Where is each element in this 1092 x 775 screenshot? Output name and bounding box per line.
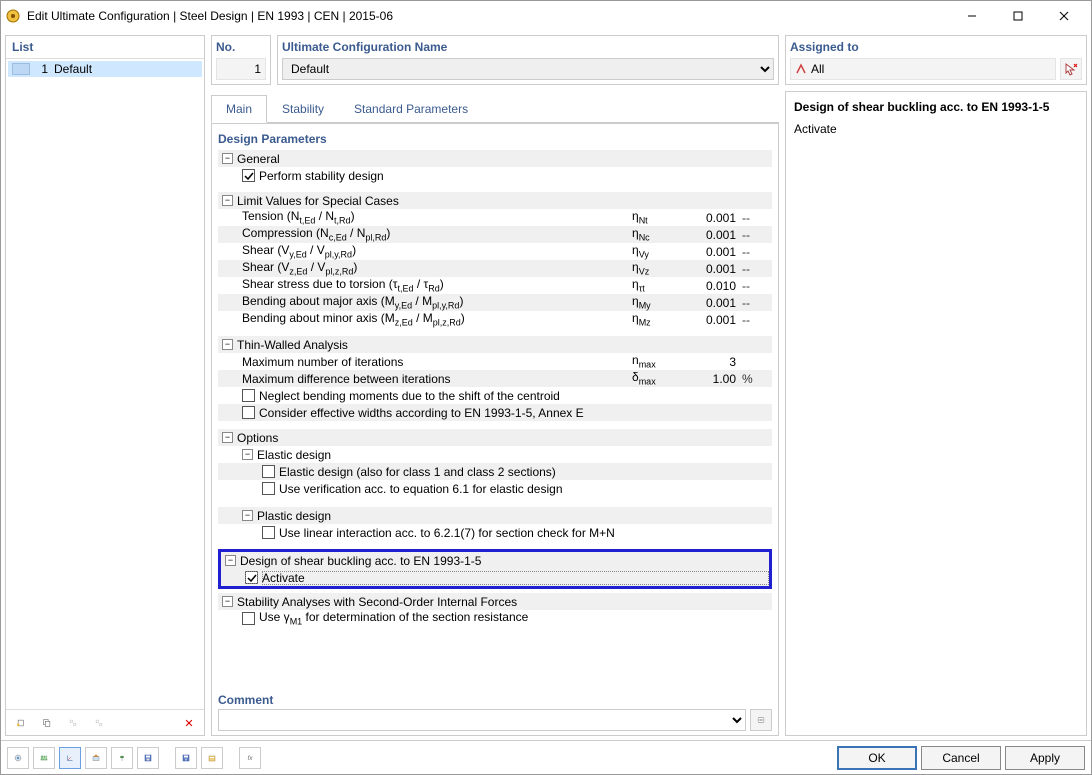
toolbar-save-button[interactable] — [137, 747, 159, 769]
list-item[interactable]: 1 Default — [8, 61, 202, 77]
option-effective-widths[interactable]: Consider effective widths according to E… — [218, 404, 772, 421]
option-plastic-linear[interactable]: Use linear interaction acc. to 6.2.1(7) … — [218, 524, 772, 541]
checkbox-unchecked-icon[interactable] — [262, 482, 275, 495]
checkbox-unchecked-icon[interactable] — [242, 612, 255, 625]
param-tension[interactable]: Tension (Nt,Ed / Nt,Rd) ηNt 0.001 -- — [218, 209, 772, 226]
checkbox-unchecked-icon[interactable] — [262, 465, 275, 478]
info-title: Design of shear buckling acc. to EN 1993… — [794, 100, 1078, 114]
param-max-difference[interactable]: Maximum difference between iterations δm… — [218, 370, 772, 387]
checkbox-unchecked-icon[interactable] — [242, 406, 255, 419]
checkbox-checked-icon[interactable] — [242, 169, 255, 182]
collapse-icon[interactable]: − — [222, 153, 233, 164]
collapse-icon[interactable]: − — [222, 432, 233, 443]
group-options[interactable]: − Options — [218, 429, 772, 446]
comment-pick-button[interactable] — [750, 709, 772, 731]
option-activate-shear-buckling[interactable]: Activate — [221, 569, 769, 586]
collapse-icon[interactable]: − — [225, 555, 236, 566]
comment-header: Comment — [218, 691, 772, 709]
option-perform-stability[interactable]: Perform stability design — [218, 167, 772, 184]
param-shear-vz[interactable]: Shear (Vz,Ed / Vpl,z,Rd) ηVz 0.001 -- — [218, 260, 772, 277]
tab-stability[interactable]: Stability — [267, 95, 339, 122]
list-header: List — [6, 36, 204, 58]
collapse-icon[interactable]: − — [242, 510, 253, 521]
name-header: Ultimate Configuration Name — [282, 40, 774, 54]
collapse-icon[interactable]: − — [242, 449, 253, 460]
param-max-iterations[interactable]: Maximum number of iterations nmax 3 — [218, 353, 772, 370]
assigned-header: Assigned to — [790, 40, 1082, 54]
toolbar-function-button[interactable]: fx — [239, 747, 261, 769]
toolbar-load-button[interactable] — [175, 747, 197, 769]
option-elastic-all-classes[interactable]: Elastic design (also for class 1 and cla… — [218, 463, 772, 480]
group-limit-values[interactable]: − Limit Values for Special Cases — [218, 192, 772, 209]
assigned-pick-button[interactable] — [1060, 58, 1082, 80]
param-bending-mz[interactable]: Bending about minor axis (Mz,Ed / Mpl,z,… — [218, 311, 772, 328]
svg-text:fx: fx — [248, 756, 254, 762]
group-elastic-design[interactable]: − Elastic design — [218, 446, 772, 463]
minimize-button[interactable] — [949, 2, 995, 30]
app-icon — [5, 8, 21, 24]
toolbar-decimals-button[interactable]: 0.00 — [33, 747, 55, 769]
close-button[interactable] — [1041, 2, 1087, 30]
collapse-icon[interactable]: − — [222, 339, 233, 350]
param-torsion[interactable]: Shear stress due to torsion (τt,Ed / τRd… — [218, 277, 772, 294]
toolbar-units-button[interactable] — [7, 747, 29, 769]
checkbox-unchecked-icon[interactable] — [262, 526, 275, 539]
svg-text:0.00: 0.00 — [40, 755, 48, 761]
assigned-icon — [795, 63, 807, 75]
option-gamma-m1[interactable]: Use γM1 for determination of the section… — [218, 610, 772, 627]
option-elastic-eq61[interactable]: Use verification acc. to equation 6.1 fo… — [218, 480, 772, 497]
maximize-button[interactable] — [995, 2, 1041, 30]
copy-button[interactable] — [36, 712, 58, 734]
new-button[interactable] — [10, 712, 32, 734]
highlighted-group: − Design of shear buckling acc. to EN 19… — [218, 549, 772, 589]
assigned-input[interactable]: All — [790, 58, 1056, 80]
window-title: Edit Ultimate Configuration | Steel Desi… — [27, 9, 949, 23]
toolbar-axes-button[interactable] — [59, 747, 81, 769]
toolbar-default-button[interactable] — [201, 747, 223, 769]
name-select[interactable]: Default — [282, 58, 774, 80]
checkbox-checked-icon[interactable] — [245, 571, 258, 584]
info-body: Activate — [794, 122, 1078, 136]
option-neglect-moments[interactable]: Neglect bending moments due to the shift… — [218, 387, 772, 404]
group-stability-second-order[interactable]: − Stability Analyses with Second-Order I… — [218, 593, 772, 610]
group-shear-buckling[interactable]: − Design of shear buckling acc. to EN 19… — [221, 552, 769, 569]
toolbar-run-button[interactable] — [111, 747, 133, 769]
checkbox-unchecked-icon[interactable] — [242, 389, 255, 402]
param-shear-vy[interactable]: Shear (Vy,Ed / Vpl,y,Rd) ηVy 0.001 -- — [218, 243, 772, 260]
list-item-name: Default — [54, 62, 92, 76]
group-plastic-design[interactable]: − Plastic design — [218, 507, 772, 524]
exclude-button[interactable] — [88, 712, 110, 734]
list-item-swatch — [12, 63, 30, 75]
design-parameters-header: Design Parameters — [218, 130, 772, 150]
include-button[interactable] — [62, 712, 84, 734]
cancel-button[interactable]: Cancel — [921, 746, 1001, 770]
collapse-icon[interactable]: − — [222, 596, 233, 607]
group-general[interactable]: − General — [218, 150, 772, 167]
list-item-index: 1 — [34, 62, 48, 76]
no-input[interactable] — [216, 58, 266, 80]
delete-button[interactable] — [178, 712, 200, 734]
apply-button[interactable]: Apply — [1005, 746, 1085, 770]
no-header: No. — [216, 40, 266, 54]
param-compression[interactable]: Compression (Nc,Ed / Npl,Rd) ηNc 0.001 -… — [218, 226, 772, 243]
comment-input[interactable] — [218, 709, 746, 731]
ok-button[interactable]: OK — [837, 746, 917, 770]
param-bending-my[interactable]: Bending about major axis (My,Ed / Mpl,y,… — [218, 294, 772, 311]
collapse-icon[interactable]: − — [222, 195, 233, 206]
tab-main[interactable]: Main — [211, 95, 267, 123]
tab-standard[interactable]: Standard Parameters — [339, 95, 483, 122]
toolbar-view-button[interactable] — [85, 747, 107, 769]
group-thin-walled[interactable]: − Thin-Walled Analysis — [218, 336, 772, 353]
